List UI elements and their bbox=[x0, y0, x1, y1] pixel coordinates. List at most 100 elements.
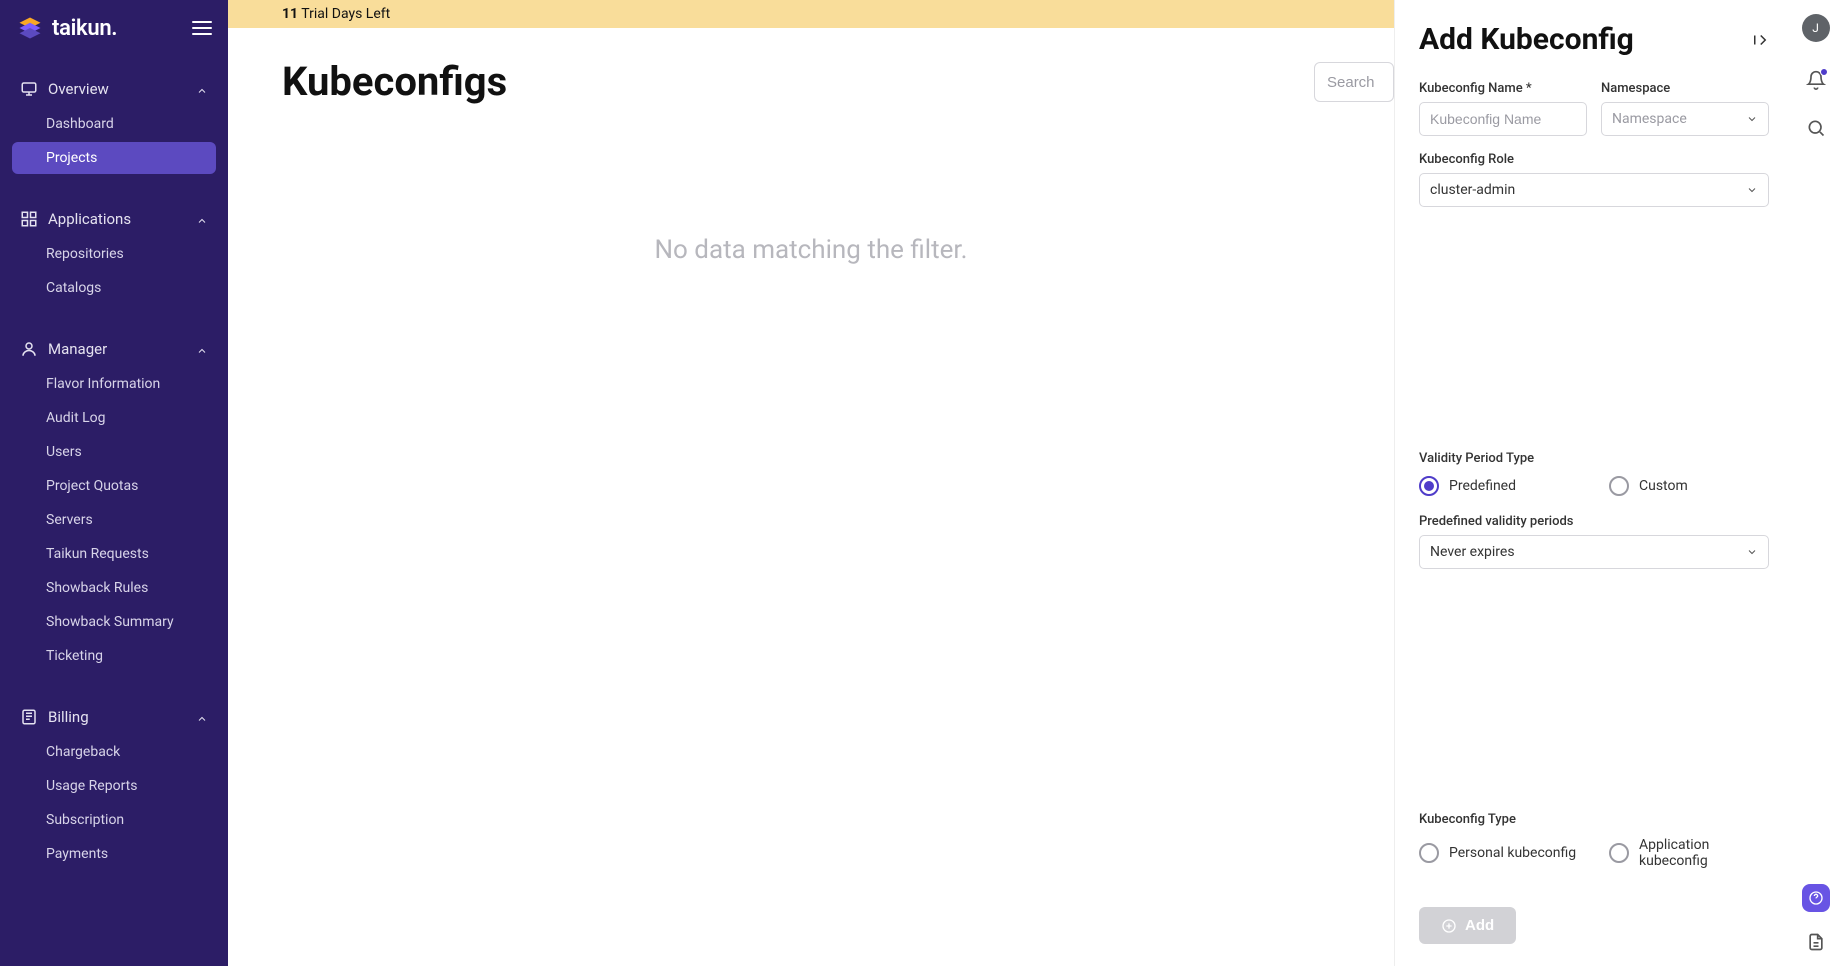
radio-icon bbox=[1419, 843, 1439, 863]
radio-predefined[interactable]: Predefined bbox=[1419, 476, 1579, 496]
hamburger-icon[interactable] bbox=[192, 21, 212, 35]
sidebar-header: taikun. bbox=[0, 0, 228, 72]
main: 11 Trial Days Left Kubeconfigs No data m… bbox=[228, 0, 1394, 966]
predefined-validity-periods-value: Never expires bbox=[1430, 544, 1515, 560]
no-data-text: No data matching the filter. bbox=[282, 235, 1340, 265]
kubeconfig-name-input[interactable] bbox=[1419, 102, 1587, 136]
logo[interactable]: taikun. bbox=[16, 14, 117, 42]
nav-item-subscription[interactable]: Subscription bbox=[12, 804, 216, 836]
namespace-placeholder: Namespace bbox=[1612, 111, 1687, 127]
radio-personal-kubeconfig[interactable]: Personal kubeconfig bbox=[1419, 837, 1579, 869]
logo-icon bbox=[16, 14, 44, 42]
namespace-label: Namespace bbox=[1601, 81, 1769, 96]
nav-item-taikun-requests[interactable]: Taikun Requests bbox=[12, 538, 216, 570]
nav-item-payments[interactable]: Payments bbox=[12, 838, 216, 870]
trial-text: Trial Days Left bbox=[301, 6, 390, 22]
nav-item-servers[interactable]: Servers bbox=[12, 504, 216, 536]
nav-item-users[interactable]: Users bbox=[12, 436, 216, 468]
help-fab[interactable] bbox=[1802, 884, 1830, 912]
chevron-down-icon bbox=[1746, 113, 1758, 125]
predefined-validity-periods-group: Predefined validity periods Never expire… bbox=[1419, 514, 1769, 797]
add-kubeconfig-drawer: Add Kubeconfig Kubeconfig Name * Namespa… bbox=[1394, 0, 1793, 966]
nav-section-header-overview[interactable]: Overview bbox=[12, 72, 216, 106]
kubeconfig-role-value: cluster-admin bbox=[1430, 182, 1515, 198]
apps-icon bbox=[20, 210, 38, 228]
namespace-group: Namespace Namespace bbox=[1601, 81, 1769, 136]
nav-section-header-manager[interactable]: Manager bbox=[12, 332, 216, 366]
nav-item-audit-log[interactable]: Audit Log bbox=[12, 402, 216, 434]
chevron-up-icon bbox=[196, 343, 208, 355]
nav-section-header-applications[interactable]: Applications bbox=[12, 202, 216, 236]
chevron-up-icon bbox=[196, 83, 208, 95]
nav-item-dashboard[interactable]: Dashboard bbox=[12, 108, 216, 140]
radio-icon bbox=[1609, 843, 1629, 863]
page-title: Kubeconfigs bbox=[282, 58, 1340, 105]
right-rail: J bbox=[1793, 0, 1838, 966]
nav-item-showback-summary[interactable]: Showback Summary bbox=[12, 606, 216, 638]
drawer-header: Add Kubeconfig bbox=[1419, 22, 1769, 57]
nav-section-label: Billing bbox=[48, 708, 89, 726]
nav-section-header-billing[interactable]: Billing bbox=[12, 700, 216, 734]
kubeconfig-type-label: Kubeconfig Type bbox=[1419, 812, 1769, 827]
monitor-icon bbox=[20, 80, 38, 98]
plus-circle-icon bbox=[1441, 918, 1457, 934]
radio-icon bbox=[1609, 476, 1629, 496]
avatar[interactable]: J bbox=[1802, 14, 1830, 42]
radio-personal-label: Personal kubeconfig bbox=[1449, 845, 1576, 861]
nav-item-project-quotas[interactable]: Project Quotas bbox=[12, 470, 216, 502]
radio-icon bbox=[1419, 476, 1439, 496]
nav-section-billing: Billing Chargeback Usage Reports Subscri… bbox=[12, 700, 216, 870]
kubeconfig-role-group: Kubeconfig Role cluster-admin bbox=[1419, 152, 1769, 435]
predefined-validity-periods-label: Predefined validity periods bbox=[1419, 514, 1769, 529]
kubeconfig-role-label: Kubeconfig Role bbox=[1419, 152, 1769, 167]
radio-custom-label: Custom bbox=[1639, 478, 1688, 494]
nav-section-label: Manager bbox=[48, 340, 107, 358]
add-button[interactable]: Add bbox=[1419, 907, 1516, 944]
billing-icon bbox=[20, 708, 38, 726]
add-button-label: Add bbox=[1465, 917, 1494, 934]
chevron-down-icon bbox=[1746, 184, 1758, 196]
trial-days: 11 bbox=[282, 6, 298, 22]
collapse-drawer-icon[interactable] bbox=[1751, 31, 1769, 49]
drawer-footer: Add bbox=[1419, 887, 1769, 944]
nav-section-label: Applications bbox=[48, 210, 131, 228]
sidebar: taikun. Overview bbox=[0, 0, 228, 966]
user-icon bbox=[20, 340, 38, 358]
notifications-icon[interactable] bbox=[1806, 70, 1826, 90]
chevron-down-icon bbox=[1746, 546, 1758, 558]
namespace-select[interactable]: Namespace bbox=[1601, 102, 1769, 136]
radio-application-label: Application kubeconfig bbox=[1639, 837, 1769, 869]
nav-item-projects[interactable]: Projects bbox=[12, 142, 216, 174]
search-icon[interactable] bbox=[1806, 118, 1826, 138]
nav-item-showback-rules[interactable]: Showback Rules bbox=[12, 572, 216, 604]
logo-text: taikun. bbox=[52, 16, 117, 41]
search-input[interactable] bbox=[1314, 62, 1394, 102]
nav-item-repositories[interactable]: Repositories bbox=[12, 238, 216, 270]
nav-section-manager: Manager Flavor Information Audit Log Use… bbox=[12, 332, 216, 672]
chevron-up-icon bbox=[196, 213, 208, 225]
radio-predefined-label: Predefined bbox=[1449, 478, 1516, 494]
nav-item-catalogs[interactable]: Catalogs bbox=[12, 272, 216, 304]
nav-item-flavor-information[interactable]: Flavor Information bbox=[12, 368, 216, 400]
radio-application-kubeconfig[interactable]: Application kubeconfig bbox=[1609, 837, 1769, 869]
validity-period-type-label: Validity Period Type bbox=[1419, 451, 1769, 466]
search-wrap bbox=[1314, 62, 1394, 102]
radio-custom[interactable]: Custom bbox=[1609, 476, 1769, 496]
kubeconfig-name-group: Kubeconfig Name * bbox=[1419, 81, 1587, 136]
trial-banner: 11 Trial Days Left bbox=[228, 0, 1394, 28]
document-icon[interactable] bbox=[1806, 932, 1826, 952]
nav: Overview Dashboard Projects Applica bbox=[0, 72, 228, 966]
drawer-title: Add Kubeconfig bbox=[1419, 22, 1634, 57]
nav-section-label: Overview bbox=[48, 80, 109, 98]
nav-item-usage-reports[interactable]: Usage Reports bbox=[12, 770, 216, 802]
nav-item-chargeback[interactable]: Chargeback bbox=[12, 736, 216, 768]
nav-section-overview: Overview Dashboard Projects bbox=[12, 72, 216, 174]
content: Kubeconfigs No data matching the filter. bbox=[228, 28, 1394, 295]
kubeconfig-role-select[interactable]: cluster-admin bbox=[1419, 173, 1769, 207]
chevron-up-icon bbox=[196, 711, 208, 723]
predefined-validity-periods-select[interactable]: Never expires bbox=[1419, 535, 1769, 569]
kubeconfig-name-label: Kubeconfig Name * bbox=[1419, 81, 1587, 96]
nav-item-ticketing[interactable]: Ticketing bbox=[12, 640, 216, 672]
notification-dot bbox=[1820, 68, 1828, 76]
nav-section-applications: Applications Repositories Catalogs bbox=[12, 202, 216, 304]
